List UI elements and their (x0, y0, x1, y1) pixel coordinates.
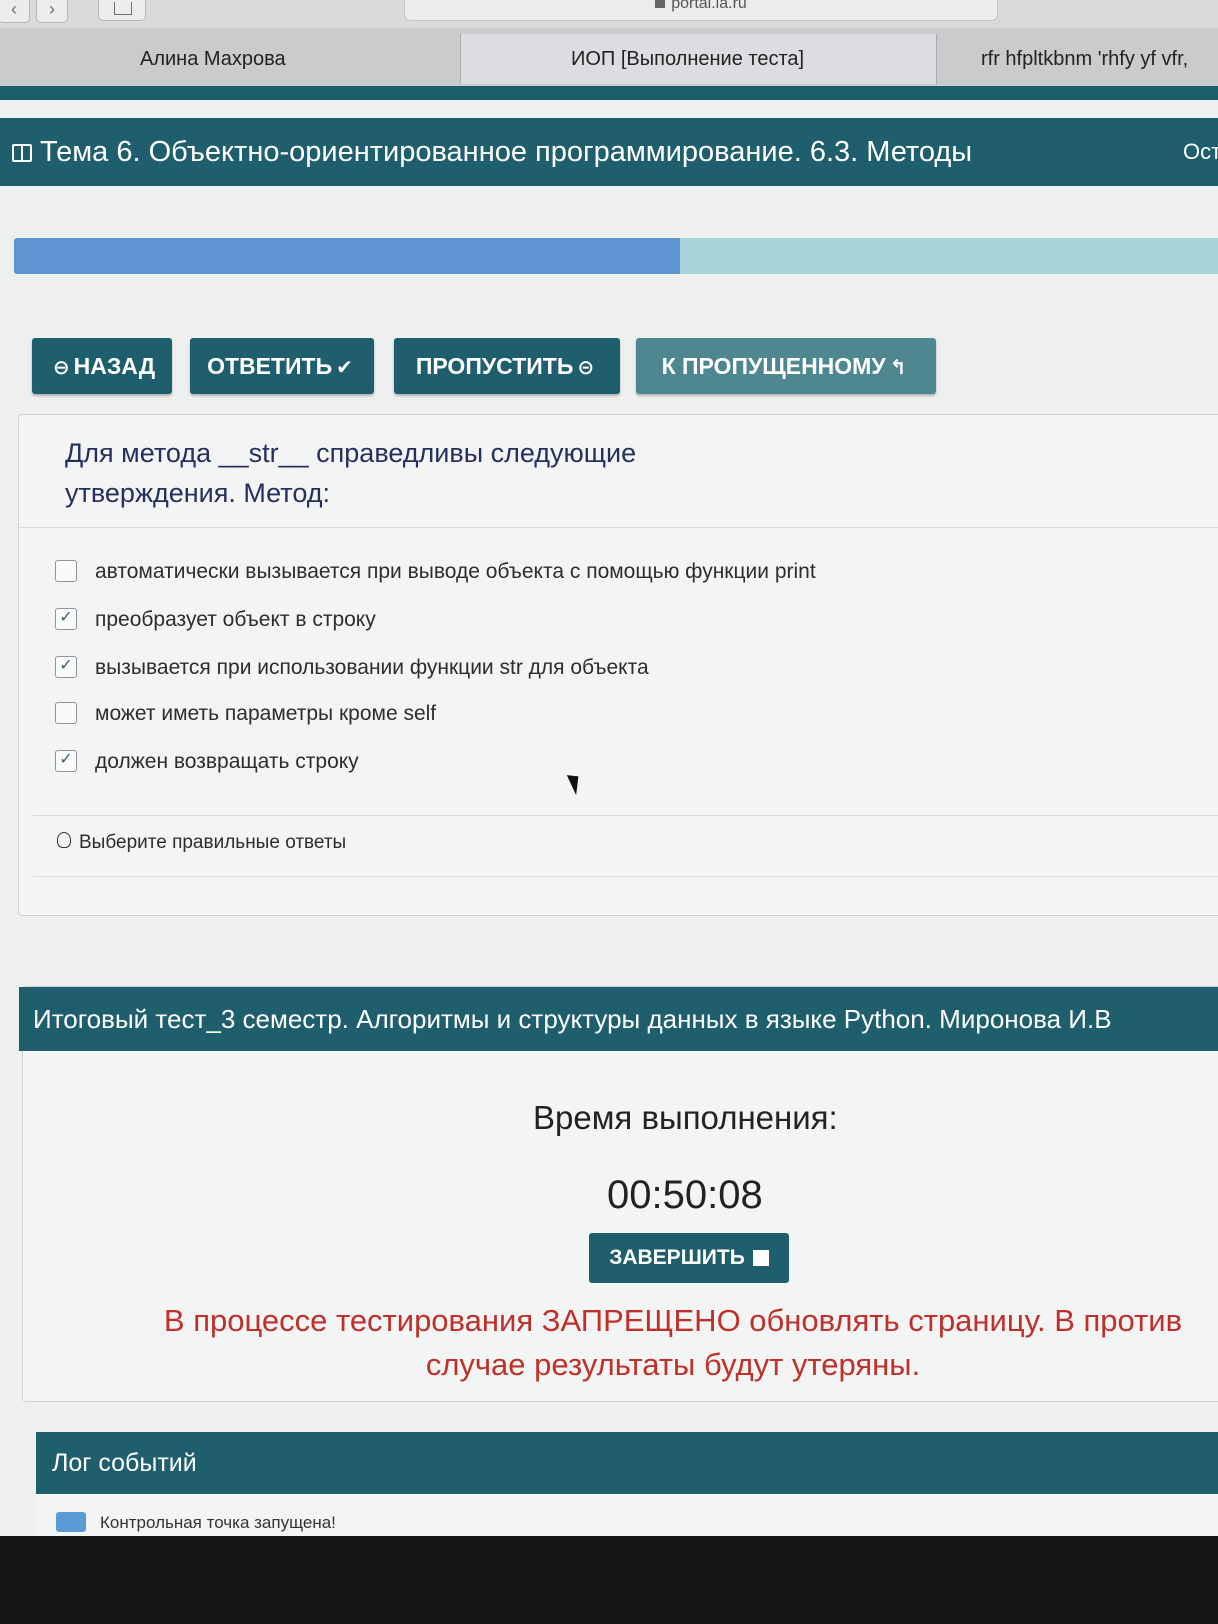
test-progress-bar (14, 238, 1218, 274)
back-button-label: НАЗАД (73, 353, 156, 379)
test-info-card: Итоговый тест_3 семестр. Алгоритмы и стр… (19, 986, 1218, 1402)
option-checkbox[interactable] (55, 702, 77, 724)
tab-label: Алина Махрова (140, 48, 286, 70)
divider (19, 527, 1218, 528)
address-text: portal.ia.ru (671, 0, 747, 13)
tab-test-execution[interactable]: ИОП [Выполнение теста] (461, 34, 937, 84)
check-icon: ✔ (336, 357, 353, 379)
question-text: Для метода __str__ справедливы следующие… (65, 433, 705, 513)
address-bar[interactable]: portal.ia.ru (404, 0, 998, 21)
option-label: автоматически вызывается при выводе объе… (95, 560, 816, 583)
option-label: должен возвращать строку (95, 750, 359, 773)
lightbulb-icon (57, 832, 71, 848)
to-skipped-button-label: К ПРОПУЩЕННОМУ (661, 353, 886, 379)
stop-icon (752, 1250, 769, 1266)
circle-arrow-left-icon: ⊖ (52, 357, 70, 379)
megaphone-icon (56, 1512, 86, 1532)
circle-arrow-right-icon: ⊝ (577, 357, 595, 379)
header-accent-strip (0, 86, 1218, 100)
option-label: преобразует объект в строку (95, 608, 376, 631)
lock-icon (655, 0, 666, 8)
option-checkbox[interactable]: ✓ (55, 656, 77, 678)
sidebar-toggle-button[interactable] (98, 0, 146, 21)
option-checkbox[interactable]: ✓ (55, 750, 77, 772)
test-title: Итоговый тест_3 семестр. Алгоритмы и стр… (19, 987, 1218, 1051)
skip-button[interactable]: ПРОПУСТИТЬ ⊝ (394, 338, 620, 394)
back-button[interactable]: ⊖ НАЗАД (32, 338, 172, 394)
book-icon (12, 144, 32, 162)
option-label: вызывается при использовании функции str… (95, 656, 649, 679)
forward-nav-button[interactable]: › (36, 0, 68, 23)
topic-right-label: Ост (1183, 139, 1218, 164)
tab-strip: Алина Махрова ИОП [Выполнение теста] rfr… (0, 28, 1218, 86)
topic-title: Тема 6. Объектно-ориентированное програм… (40, 136, 973, 168)
finish-button-label: ЗАВЕРШИТЬ (609, 1246, 745, 1269)
question-card: Для метода __str__ справедливы следующие… (18, 414, 1218, 916)
tab-search[interactable]: rfr hfpltkbnm 'rhfy yf vfr, (937, 34, 1218, 84)
event-log-card: Лог событий Контрольная точка запущена! (36, 1432, 1218, 1542)
option-checkbox[interactable] (55, 560, 77, 582)
event-log-title: Лог событий (36, 1432, 1218, 1494)
question-text-line: Для метода __str__ справедливы следующие (65, 438, 637, 468)
answer-button[interactable]: ОТВЕТИТЬ ✔ (190, 338, 374, 394)
to-skipped-button[interactable]: К ПРОПУЩЕННОМУ ↰ (636, 338, 936, 394)
time-value: 00:50:08 (607, 1173, 763, 1217)
topic-header: Тема 6. Объектно-ориентированное програм… (0, 118, 1218, 186)
warning-message: В процессе тестирования ЗАПРЕЩЕНО обновл… (93, 1299, 1218, 1387)
chevron-left-icon: ‹ (11, 0, 17, 19)
log-item: Контрольная точка запущена! (56, 1512, 336, 1533)
option-label: может иметь параметры кроме self (95, 702, 437, 725)
hint-area: Выберите правильные ответы (33, 815, 1218, 877)
page-content: Тема 6. Объектно-ориентированное програм… (0, 100, 1218, 1542)
warning-line: В процессе тестирования ЗАПРЕЩЕНО обновл… (163, 1303, 1183, 1338)
tab-label: rfr hfpltkbnm 'rhfy yf vfr, (981, 48, 1189, 70)
reply-arrow-icon: ↰ (889, 357, 907, 379)
progress-fill (14, 238, 680, 274)
tab-user-profile[interactable]: Алина Махрова (0, 34, 461, 84)
tab-label: ИОП [Выполнение теста] (571, 48, 805, 70)
warning-line: случае результаты будут утеряны. (425, 1347, 921, 1382)
question-text-line: утверждения. Метод: (65, 478, 331, 508)
finish-button[interactable]: ЗАВЕРШИТЬ (589, 1233, 789, 1283)
answer-button-label: ОТВЕТИТЬ (207, 353, 333, 379)
option-checkbox[interactable]: ✓ (55, 608, 77, 630)
hint-text: Выберите правильные ответы (79, 832, 347, 853)
sidebar-icon (114, 2, 132, 15)
screen-bezel (0, 1536, 1218, 1624)
skip-button-label: ПРОПУСТИТЬ (415, 353, 574, 379)
time-label: Время выполнения: (533, 1099, 838, 1136)
back-nav-button[interactable]: ‹ (0, 0, 30, 23)
chevron-right-icon: › (49, 0, 55, 19)
log-item-text: Контрольная точка запущена! (100, 1513, 336, 1532)
browser-toolbar: ‹ › portal.ia.ru (0, 0, 1218, 29)
